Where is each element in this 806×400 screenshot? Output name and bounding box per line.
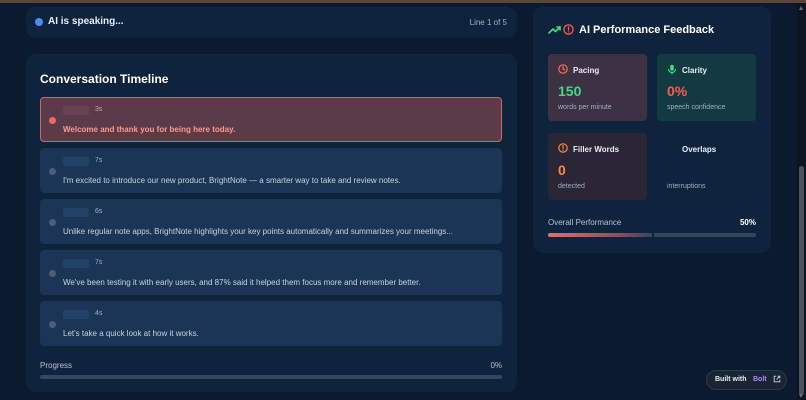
alert-circle-icon <box>563 24 574 35</box>
overall-performance-bar <box>548 233 756 237</box>
item-text: Unlike regular note apps, BrightNote hig… <box>63 227 453 236</box>
item-duration: 7s <box>95 259 103 266</box>
built-with-badge[interactable]: Built with Bolt <box>706 370 787 390</box>
alert-circle-icon <box>558 143 568 153</box>
item-duration: 4s <box>95 310 103 317</box>
timestamp-chip <box>63 259 89 268</box>
progress-value: 0% <box>490 361 502 370</box>
clarity-value: 0% <box>667 83 688 99</box>
inactive-dot-icon <box>49 168 56 175</box>
overlaps-card: Overlaps interruptions <box>657 133 756 200</box>
filler-words-card: Filler Words 0 detected <box>548 133 647 200</box>
overlaps-subtitle: interruptions <box>667 183 706 190</box>
pacing-title: Pacing <box>573 66 600 75</box>
filler-title: Filler Words <box>573 145 620 154</box>
line-indicator: Line 1 of 5 <box>469 18 507 27</box>
progress-bar <box>40 375 502 379</box>
built-with-text: Built with <box>715 376 747 383</box>
timeline-item[interactable]: 4s Let's take a quick look at how it wor… <box>40 301 502 346</box>
conversation-timeline-panel: Conversation Timeline 3s Welcome and tha… <box>26 54 517 392</box>
timestamp-chip <box>63 157 89 166</box>
scrollbar-thumb[interactable] <box>799 166 804 395</box>
timeline-item[interactable]: 7s I'm excited to introduce our new prod… <box>40 148 502 193</box>
timeline-item[interactable]: 7s We've been testing it with early user… <box>40 250 502 295</box>
external-link-icon <box>773 375 781 383</box>
item-duration: 3s <box>95 106 103 113</box>
speaking-status-text: AI is speaking... <box>48 16 124 27</box>
timestamp-chip <box>63 208 89 217</box>
timestamp-chip <box>63 106 89 115</box>
inactive-dot-icon <box>49 219 56 226</box>
clarity-title: Clarity <box>682 66 707 75</box>
clarity-subtitle: speech confidence <box>667 104 726 111</box>
trending-up-icon <box>548 26 561 34</box>
top-accent-line <box>0 0 806 3</box>
timeline-item[interactable]: 3s Welcome and thank you for being here … <box>40 97 502 142</box>
clock-icon <box>558 64 568 74</box>
overall-performance-fill <box>548 233 652 237</box>
pacing-value: 150 <box>558 83 582 99</box>
progress-label: Progress <box>40 361 73 370</box>
item-duration: 6s <box>95 208 103 215</box>
item-text: Welcome and thank you for being here tod… <box>63 125 236 134</box>
item-text: I'm excited to introduce our new product… <box>63 176 401 185</box>
active-dot-icon <box>49 117 56 124</box>
item-duration: 7s <box>95 157 103 164</box>
speaking-status-bar: AI is speaking... Line 1 of 5 <box>26 7 517 38</box>
filler-subtitle: detected <box>558 183 585 190</box>
inactive-dot-icon <box>49 270 56 277</box>
timeline-title: Conversation Timeline <box>40 72 169 86</box>
feedback-title: AI Performance Feedback <box>579 24 715 36</box>
timestamp-chip <box>63 310 89 319</box>
overall-performance-label: Overall Performance <box>548 218 622 227</box>
page-scrollbar[interactable] <box>797 3 806 400</box>
brand-name: Bolt <box>753 376 767 383</box>
item-text: We've been testing it with early users, … <box>63 278 421 287</box>
microphone-icon <box>668 64 676 75</box>
timeline-item[interactable]: 6s Unlike regular note apps, BrightNote … <box>40 199 502 244</box>
pacing-subtitle: words per minute <box>558 104 612 111</box>
item-text: Let's take a quick look at how it works. <box>63 329 199 338</box>
performance-feedback-panel: AI Performance Feedback Pacing 150 words… <box>533 7 771 253</box>
status-dot-icon <box>35 18 43 26</box>
pacing-card: Pacing 150 words per minute <box>548 54 647 121</box>
overlaps-title: Overlaps <box>682 145 717 154</box>
overall-performance-divider <box>652 233 654 237</box>
clarity-card: Clarity 0% speech confidence <box>657 54 756 121</box>
inactive-dot-icon <box>49 321 56 328</box>
scroll-down-arrow-icon[interactable] <box>799 394 803 398</box>
scroll-up-arrow-icon[interactable] <box>799 6 803 10</box>
overall-performance-value: 50% <box>739 218 756 227</box>
filler-value: 0 <box>558 162 566 178</box>
